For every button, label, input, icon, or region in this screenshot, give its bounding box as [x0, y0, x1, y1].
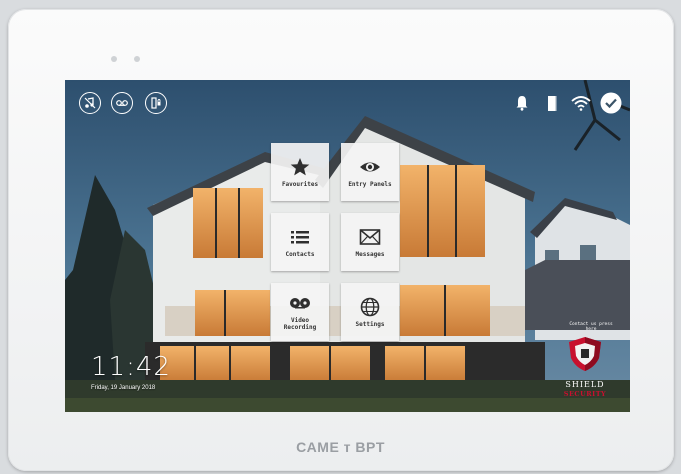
messages-label: Messages: [355, 250, 385, 258]
favourites-label: Favourites: [281, 180, 319, 188]
video-recording-label: Video Recording: [283, 317, 317, 331]
door-icon[interactable]: [541, 92, 563, 114]
globe-icon: [360, 297, 380, 316]
touch-screen: Favourites Entry Panels Contacts Message…: [65, 80, 630, 412]
contact-hint[interactable]: Contact us press here: [567, 322, 615, 332]
contacts-tile[interactable]: Contacts: [271, 213, 329, 271]
camera-sensor: [111, 56, 117, 62]
list-icon: [291, 230, 309, 243]
contacts-label: Contacts: [285, 250, 315, 258]
clock-time: 11:42: [91, 352, 171, 382]
brand-name: SHIELD: [565, 380, 605, 389]
video-recording-tile[interactable]: Video Recording: [271, 283, 329, 341]
music-off-icon[interactable]: [79, 92, 101, 114]
light-sensor: [134, 56, 140, 62]
video-recording-icon: [290, 298, 310, 309]
door-lock-icon[interactable]: [145, 92, 167, 114]
favourites-tile[interactable]: Favourites: [271, 143, 329, 201]
entry-panels-tile[interactable]: Entry Panels: [341, 143, 399, 201]
envelope-icon: [359, 228, 381, 245]
voicemail-icon[interactable]: [111, 92, 133, 114]
eye-icon: [360, 162, 380, 171]
check-circle-icon[interactable]: [600, 92, 622, 114]
bell-icon[interactable]: [511, 92, 533, 114]
settings-label: Settings: [355, 320, 385, 328]
device-brand-label: CAME ᴛ BPT: [296, 439, 385, 455]
shield-logo-icon[interactable]: [565, 336, 605, 372]
entry-panels-label: Entry Panels: [348, 180, 392, 188]
star-icon: [290, 157, 310, 175]
brand-subtitle: SECURITY: [563, 390, 607, 398]
messages-tile[interactable]: Messages: [341, 213, 399, 271]
settings-tile[interactable]: Settings: [341, 283, 399, 341]
clock-date: Friday, 19 January 2018: [91, 385, 156, 391]
wifi-icon[interactable]: [570, 92, 592, 114]
